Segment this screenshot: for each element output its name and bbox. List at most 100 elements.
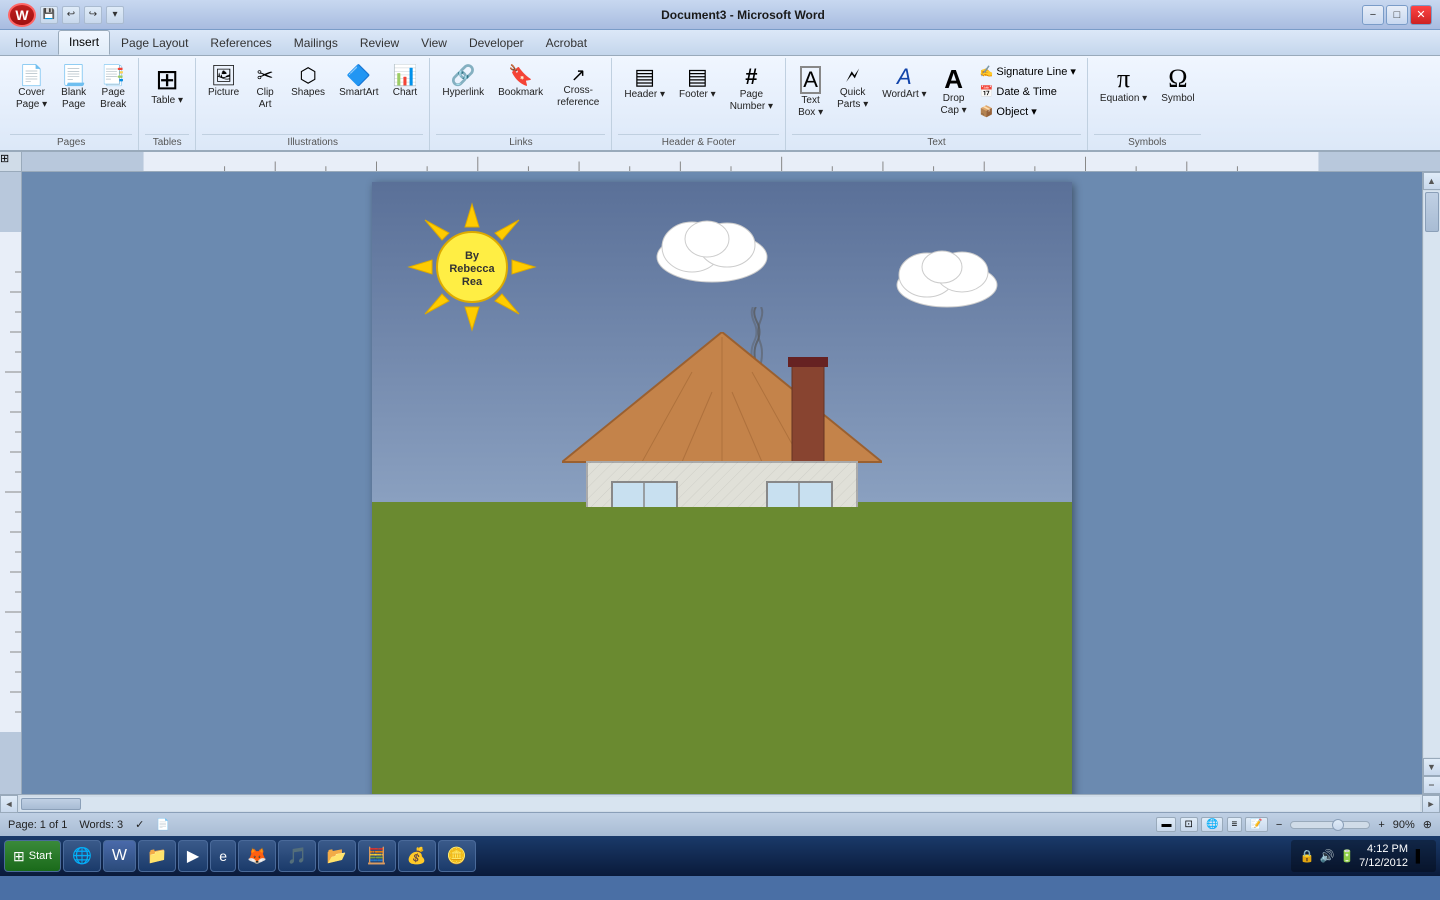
document-area[interactable]: By Rebecca Rea xyxy=(22,172,1422,794)
tab-acrobat[interactable]: Acrobat xyxy=(535,31,598,55)
tray-network[interactable]: 🔒 xyxy=(1299,848,1315,864)
taskbar-media[interactable]: ▶ xyxy=(178,840,208,872)
taskbar-ie[interactable]: 🌐 xyxy=(63,840,101,872)
text-box-button[interactable]: A TextBox ▾ xyxy=(792,62,829,123)
taskbar-calc[interactable]: 🧮 xyxy=(358,840,396,872)
page-break-button[interactable]: 📑 PageBreak xyxy=(94,62,132,115)
illustrations-group-items: 🖼 Picture ✂ ClipArt ⬡ Shapes 🔷 SmartArt … xyxy=(202,60,423,132)
drop-cap-button[interactable]: A DropCap ▾ xyxy=(935,62,973,121)
sig-line-button[interactable]: ✍ Signature Line ▾ xyxy=(975,62,1081,81)
taskbar-explorer[interactable]: 📁 xyxy=(138,840,176,872)
taskbar-coins[interactable]: 🪙 xyxy=(438,840,476,872)
page-number-button[interactable]: # PageNumber ▾ xyxy=(724,62,779,117)
equation-button[interactable]: π Equation ▾ xyxy=(1094,62,1153,109)
header-button[interactable]: ▤ Header ▾ xyxy=(618,62,671,105)
taskbar-word[interactable]: W xyxy=(103,840,136,872)
scroll-track[interactable] xyxy=(1424,191,1440,757)
title-bar-left: W 💾 ↩ ↪ ▾ xyxy=(8,3,124,27)
system-time: 4:12 PM 7/12/2012 xyxy=(1359,842,1408,871)
tab-mailings[interactable]: Mailings xyxy=(283,31,349,55)
hyperlink-label: Hyperlink xyxy=(442,87,484,99)
cross-ref-button[interactable]: ↗ Cross-reference xyxy=(551,62,605,113)
taskbar-files[interactable]: 📂 xyxy=(318,840,356,872)
status-right: ▬ ⊡ 🌐 ≡ 📝 − + 90% ⊕ xyxy=(1156,817,1432,832)
taskbar-money[interactable]: 💰 xyxy=(398,840,436,872)
table-button[interactable]: ⊞ Table ▾ xyxy=(145,62,189,111)
office-button[interactable]: W xyxy=(8,3,36,27)
bottom-scrollbar: ◄ ► xyxy=(0,794,1440,812)
picture-button[interactable]: 🖼 Picture xyxy=(202,62,245,103)
vertical-ruler xyxy=(0,172,22,794)
zoom-fit-btn[interactable]: ⊕ xyxy=(1423,818,1432,831)
tab-references[interactable]: References xyxy=(199,31,282,55)
draft-btn[interactable]: 📝 xyxy=(1245,817,1267,832)
tab-insert[interactable]: Insert xyxy=(58,30,110,55)
clip-art-button[interactable]: ✂ ClipArt xyxy=(247,62,283,115)
quick-save-btn[interactable]: 💾 xyxy=(40,6,58,24)
tab-review[interactable]: Review xyxy=(349,31,410,55)
tray-volume[interactable]: 🔊 xyxy=(1319,848,1335,864)
ribbon-group-pages: 📄 CoverPage ▾ 📃 BlankPage 📑 PageBreak Pa… xyxy=(4,58,139,150)
bookmark-button[interactable]: 🔖 Bookmark xyxy=(492,62,549,103)
object-button[interactable]: 📦 Object ▾ xyxy=(975,102,1081,121)
doc-view-icon[interactable]: 📄 xyxy=(156,818,170,831)
title-bar: W 💾 ↩ ↪ ▾ Document3 - Microsoft Word − □… xyxy=(0,0,1440,30)
close-button[interactable]: ✕ xyxy=(1410,5,1432,25)
quick-custom-btn[interactable]: ▾ xyxy=(106,6,124,24)
scroll-up-arrow[interactable]: ▲ xyxy=(1423,172,1440,190)
maximize-button[interactable]: □ xyxy=(1386,5,1408,25)
start-label: Start xyxy=(29,850,52,862)
footer-button[interactable]: ▤ Footer ▾ xyxy=(673,62,722,105)
smartart-button[interactable]: 🔷 SmartArt xyxy=(333,62,384,103)
minimize-button[interactable]: − xyxy=(1362,5,1384,25)
quick-parts-button[interactable]: 🗲 QuickParts ▾ xyxy=(831,62,874,115)
zoom-out-btn[interactable]: − xyxy=(1276,819,1282,831)
blank-page-label: BlankPage xyxy=(61,87,86,111)
tray-battery[interactable]: 🔋 xyxy=(1339,848,1355,864)
taskbar-music[interactable]: 🎵 xyxy=(278,840,316,872)
scroll-split-btn[interactable]: ═ xyxy=(1423,776,1440,794)
cloud2 xyxy=(892,237,1002,312)
tray-show-desktop[interactable]: ▌ xyxy=(1412,848,1428,864)
blank-page-icon: 📃 xyxy=(61,66,86,86)
start-button[interactable]: ⊞ Start xyxy=(4,840,61,872)
blank-page-button[interactable]: 📃 BlankPage xyxy=(55,62,92,115)
zoom-in-btn[interactable]: + xyxy=(1378,819,1384,831)
hyperlink-button[interactable]: 🔗 Hyperlink xyxy=(436,62,490,103)
print-view-btn[interactable]: ▬ xyxy=(1156,817,1176,832)
scroll-thumb[interactable] xyxy=(1425,192,1439,232)
h-scroll-track[interactable] xyxy=(20,797,1420,811)
zoom-slider[interactable] xyxy=(1290,821,1370,829)
scroll-left-arrow[interactable]: ◄ xyxy=(0,795,18,813)
tab-page-layout[interactable]: Page Layout xyxy=(110,31,199,55)
picture-icon: 🖼 xyxy=(211,66,236,86)
document[interactable]: By Rebecca Rea xyxy=(372,182,1072,794)
chart-button[interactable]: 📊 Chart xyxy=(387,62,424,103)
clock-time: 4:12 PM xyxy=(1359,842,1408,856)
wordart-label: WordArt ▾ xyxy=(882,89,926,101)
tab-home[interactable]: Home xyxy=(4,31,58,55)
text-box-label: TextBox ▾ xyxy=(798,95,823,119)
web-view-btn[interactable]: 🌐 xyxy=(1201,817,1223,832)
ruler-corner[interactable]: ⊞ xyxy=(0,152,22,171)
tab-view[interactable]: View xyxy=(410,31,458,55)
shapes-button[interactable]: ⬡ Shapes xyxy=(285,62,331,103)
header-icon: ▤ xyxy=(634,66,655,88)
quick-redo-btn[interactable]: ↪ xyxy=(84,6,102,24)
scroll-right-arrow[interactable]: ► xyxy=(1422,795,1440,813)
right-scrollbar[interactable]: ▲ ▼ ═ xyxy=(1422,172,1440,794)
scroll-down-arrow[interactable]: ▼ xyxy=(1423,758,1440,776)
taskbar-ie2[interactable]: e xyxy=(210,840,236,872)
h-scroll-thumb[interactable] xyxy=(21,798,81,810)
symbol-button[interactable]: Ω Symbol xyxy=(1155,62,1200,109)
cover-page-button[interactable]: 📄 CoverPage ▾ xyxy=(10,62,53,115)
quick-undo-btn[interactable]: ↩ xyxy=(62,6,80,24)
date-time-button[interactable]: 📅 Date & Time xyxy=(975,82,1081,101)
chart-label: Chart xyxy=(393,87,417,99)
outline-btn[interactable]: ≡ xyxy=(1227,817,1243,832)
taskbar-firefox[interactable]: 🦊 xyxy=(238,840,276,872)
tab-developer[interactable]: Developer xyxy=(458,31,535,55)
wordart-button[interactable]: A WordArt ▾ xyxy=(876,62,932,105)
proofing-check[interactable]: ✓ xyxy=(135,818,144,831)
full-screen-btn[interactable]: ⊡ xyxy=(1180,817,1198,832)
